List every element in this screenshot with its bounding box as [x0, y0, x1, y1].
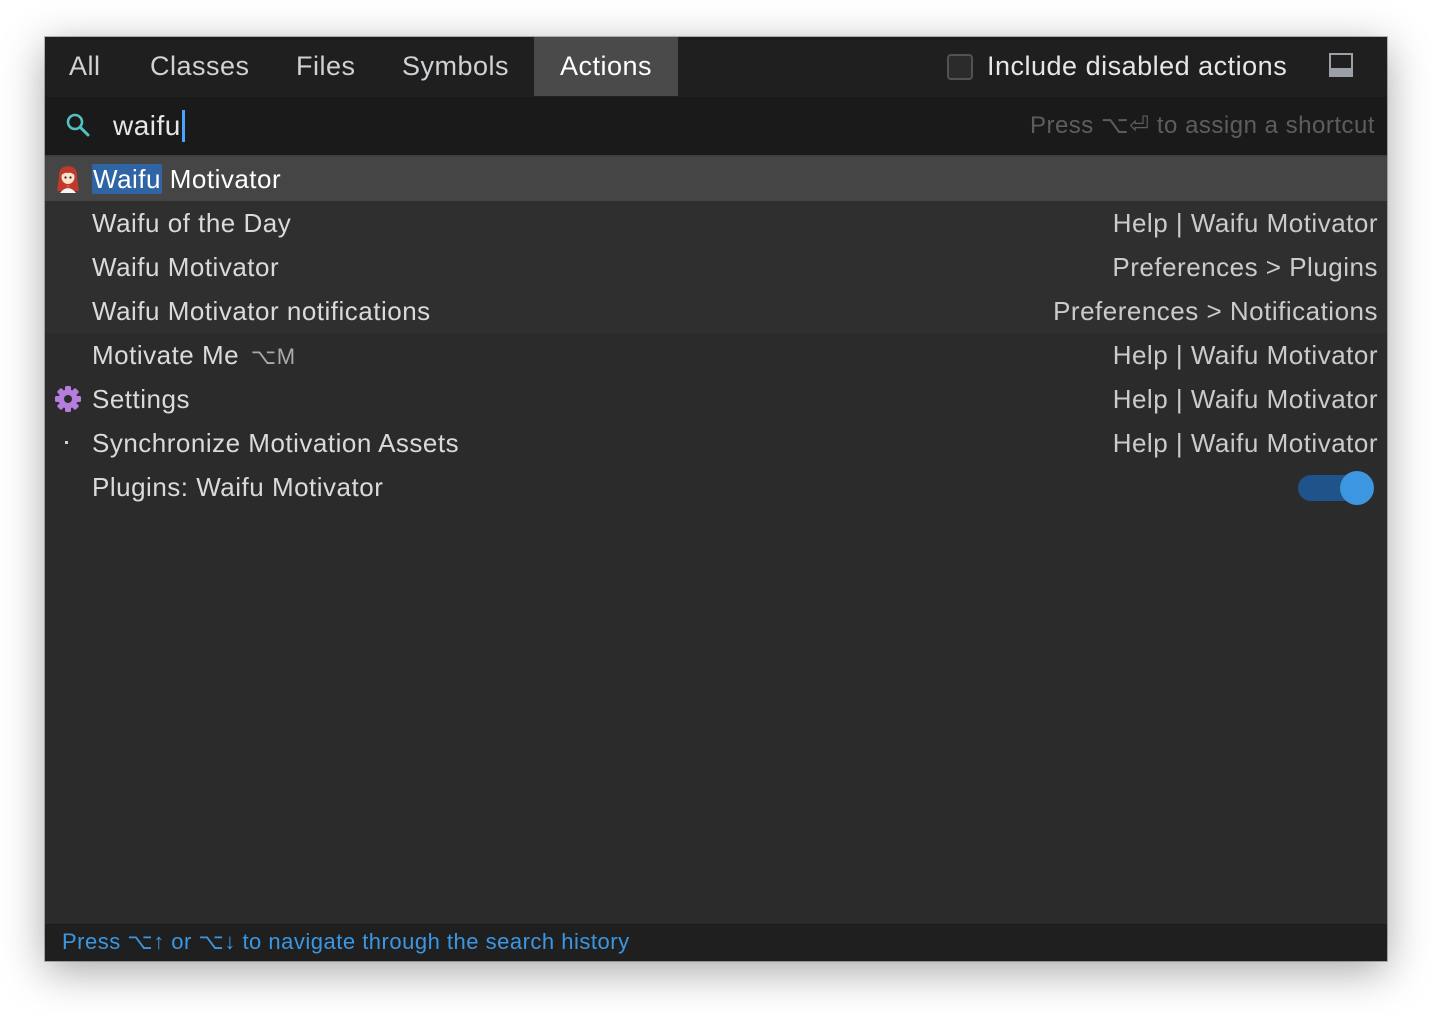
search-icon [66, 113, 90, 137]
search-input-value: waifu [113, 110, 181, 141]
result-name: Synchronize Motivation Assets [92, 428, 460, 458]
tab-actions[interactable]: Actions [534, 37, 678, 96]
tab-classes[interactable]: Classes [150, 37, 250, 96]
include-disabled-checkbox[interactable] [947, 53, 973, 80]
result-location: Help | Waifu Motivator [1112, 384, 1378, 414]
result-name: Motivate Me ⌥M [92, 340, 296, 370]
include-disabled-actions-toggle[interactable]: Include disabled actions [947, 37, 1287, 96]
text-caret [181, 110, 185, 142]
search-bar: waifu Press ⌥⏎ to assign a shortcut [45, 97, 1387, 157]
shortcut-hint: Press ⌥⏎ to assign a shortcut [1029, 112, 1375, 139]
status-footer: Press ⌥↑ or ⌥↓ to navigate through the s… [45, 924, 1387, 961]
result-location: Preferences > Plugins [1112, 252, 1378, 282]
list-item[interactable]: Waifu of the Day Help | Waifu Motivator [45, 201, 1387, 245]
list-item[interactable]: Waifu Motivator Preferences > Plugins [45, 245, 1387, 289]
result-name: Settings [92, 384, 190, 414]
preview-panel-icon[interactable] [1329, 53, 1353, 77]
results-list: Waifu Motivator Waifu of the Day Help | … [45, 157, 1387, 509]
switch-knob [1340, 471, 1374, 505]
bullet-icon [65, 441, 68, 444]
waifu-avatar-icon [57, 166, 79, 193]
match-highlight: Waifu [92, 164, 162, 194]
search-everywhere-popup: All Classes Files Symbols Actions Includ… [45, 37, 1387, 961]
tab-bar: All Classes Files Symbols Actions Includ… [45, 37, 1387, 97]
list-item[interactable]: Synchronize Motivation Assets Help | Wai… [45, 421, 1387, 465]
list-item[interactable]: Waifu Motivator [45, 157, 1387, 201]
list-item[interactable]: Settings Help | Waifu Motivator [45, 377, 1387, 421]
list-item[interactable]: Motivate Me ⌥M Help | Waifu Motivator [45, 333, 1387, 377]
list-item[interactable]: Plugins: Waifu Motivator [45, 465, 1387, 509]
include-disabled-label: Include disabled actions [987, 51, 1288, 81]
result-location: Help | Waifu Motivator [1112, 208, 1378, 238]
result-location: Help | Waifu Motivator [1112, 340, 1378, 370]
result-location: Preferences > Notifications [1053, 296, 1378, 326]
gear-icon [55, 386, 81, 412]
list-item[interactable]: Waifu Motivator notifications Preference… [45, 289, 1387, 333]
tab-all[interactable]: All [69, 37, 101, 96]
search-input[interactable]: waifu [113, 105, 185, 147]
result-name: Waifu Motivator [92, 164, 282, 194]
plugin-enabled-switch[interactable] [1298, 471, 1374, 505]
result-name: Waifu Motivator [92, 252, 280, 282]
tab-symbols[interactable]: Symbols [402, 37, 509, 96]
result-location: Help | Waifu Motivator [1112, 428, 1378, 458]
result-name: Waifu of the Day [92, 208, 292, 238]
result-name: Waifu Motivator notifications [92, 296, 431, 326]
tab-files[interactable]: Files [296, 37, 356, 96]
footer-hint: Press ⌥↑ or ⌥↓ to navigate through the s… [62, 929, 630, 954]
keyboard-shortcut: ⌥M [250, 344, 296, 369]
result-name: Plugins: Waifu Motivator [92, 472, 384, 502]
